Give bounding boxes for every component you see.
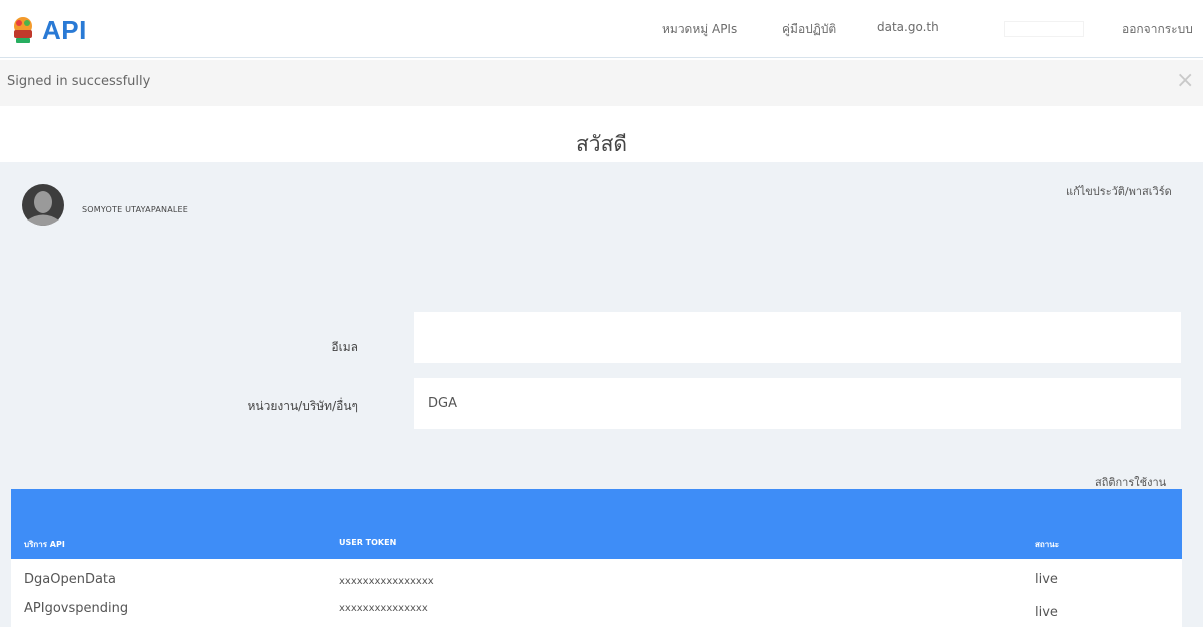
page-title: สวัสดี [575, 132, 628, 156]
service-name: APIgovspending [24, 601, 129, 616]
flash-message: Signed in successfully × [0, 60, 1203, 106]
top-navbar: API หมวดหมู่ APIs คู่มือปฏิบัติ data.go.… [0, 0, 1203, 58]
organization-field[interactable] [414, 378, 1181, 429]
column-header-token: USER TOKEN [339, 538, 397, 547]
status-badge: live [1035, 605, 1058, 620]
nav-manual-link[interactable]: คู่มือปฏิบัติ [782, 20, 836, 39]
api-table-body [11, 559, 1182, 627]
edit-profile-link[interactable]: แก้ไขประวัติ/พาสเวิร์ด [1066, 182, 1172, 200]
redacted-username [1005, 22, 1083, 36]
close-icon[interactable]: × [1176, 70, 1194, 92]
dga-logo-icon [10, 16, 36, 44]
user-token: xxxxxxxxxxxxxxx [339, 603, 428, 614]
avatar-icon [21, 183, 65, 227]
logo-text: API [42, 14, 87, 45]
organization-label: หน่วยงาน/บริษัท/อื่นๆ [247, 399, 358, 413]
nav-categories-link[interactable]: หมวดหมู่ APIs [662, 20, 737, 39]
column-header-status: สถานะ [1035, 540, 1059, 549]
status-badge: live [1035, 572, 1058, 587]
api-table-header [11, 489, 1182, 559]
email-label: อีเมล [331, 340, 358, 354]
user-token: xxxxxxxxxxxxxxxx [339, 576, 434, 587]
logout-link[interactable]: ออกจากระบบ [1122, 20, 1193, 39]
service-name: DgaOpenData [24, 572, 116, 587]
column-header-service: บริการ API [24, 540, 65, 549]
flash-text: Signed in successfully [7, 74, 151, 89]
user-name: SOMYOTE UTAYAPANALEE [82, 205, 189, 214]
site-logo[interactable]: API [10, 14, 87, 46]
email-field[interactable] [414, 312, 1181, 363]
nav-portal-link[interactable]: data.go.th [877, 20, 939, 34]
